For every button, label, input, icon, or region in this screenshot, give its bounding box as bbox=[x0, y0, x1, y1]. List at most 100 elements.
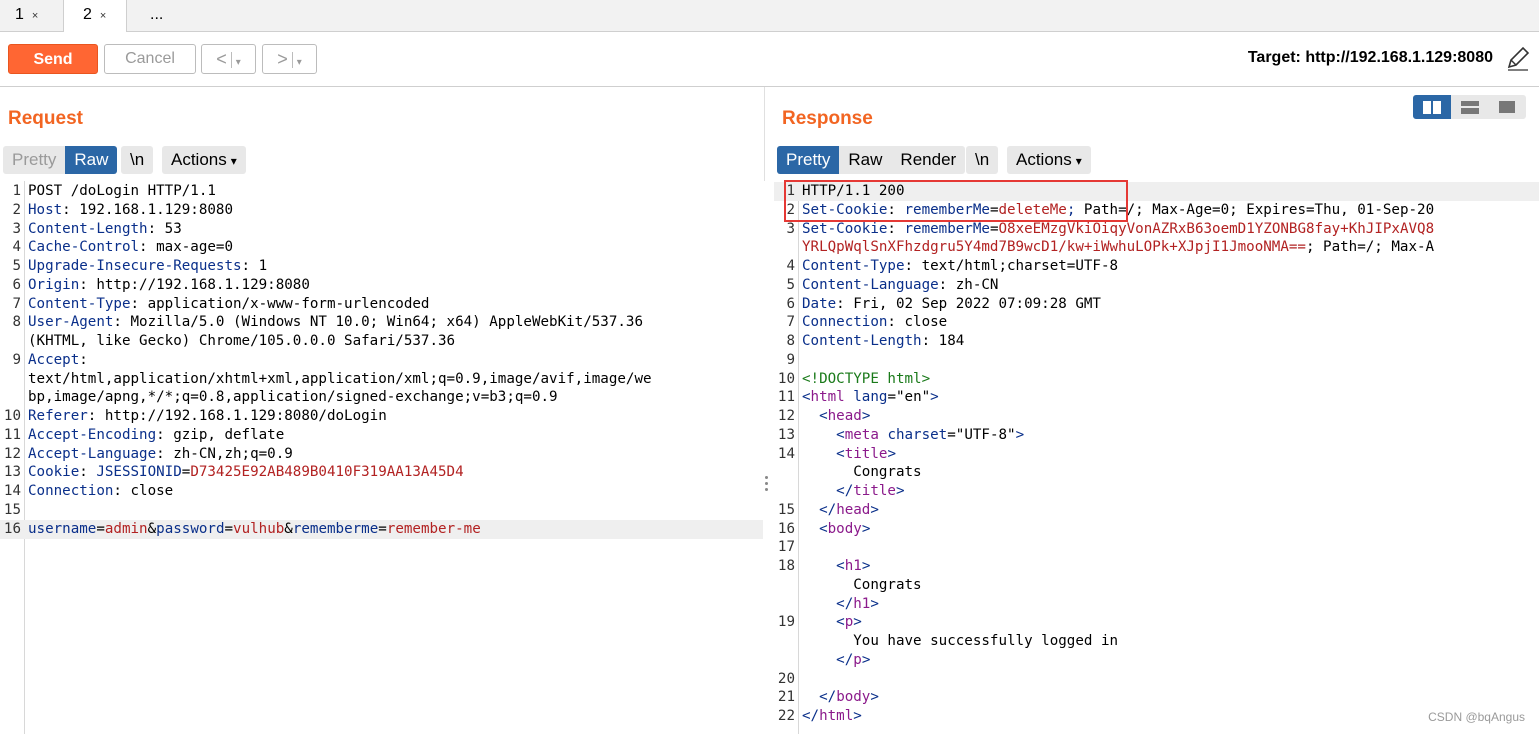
code-line[interactable]: 13 Cookie: JSESSIONID=D73425E92AB489B0410… bbox=[0, 463, 763, 482]
code-line[interactable]: 5 Upgrade-Insecure-Requests: 1 bbox=[0, 257, 763, 276]
code-line[interactable]: 10 Referer: http://192.168.1.129:8080/doL… bbox=[0, 407, 763, 426]
code-token: Content-Length bbox=[28, 220, 148, 237]
tab-render[interactable]: Render bbox=[891, 146, 966, 174]
code-token: rememberme bbox=[292, 520, 379, 537]
line-text: </h1> bbox=[802, 595, 879, 614]
code-line[interactable]: </title> bbox=[774, 482, 1539, 501]
close-icon[interactable]: × bbox=[100, 10, 106, 22]
chevron-down-icon[interactable]: ▾ bbox=[297, 57, 302, 68]
code-line[interactable]: 3 Content-Length: 53 bbox=[0, 220, 763, 239]
tab-pretty[interactable]: Pretty bbox=[777, 146, 840, 174]
code-line[interactable]: 2 Host: 192.168.1.129:8080 bbox=[0, 201, 763, 220]
line-text: You have successfully logged in bbox=[802, 632, 1118, 651]
code-line[interactable]: 22 </html> bbox=[774, 707, 1539, 726]
code-line[interactable]: 4 Cache-Control: max-age=0 bbox=[0, 238, 763, 257]
send-button[interactable]: Send bbox=[8, 44, 98, 74]
request-editor[interactable]: 1 POST /doLogin HTTP/1.1 2 Host: 192.168.1.… bbox=[0, 181, 763, 734]
line-text: <h1> bbox=[802, 557, 870, 576]
code-token: head bbox=[827, 408, 862, 424]
code-line[interactable]: 6 Date: Fri, 02 Sep 2022 07:09:28 GMT bbox=[774, 295, 1539, 314]
code-line[interactable]: 14 <title> bbox=[774, 445, 1539, 464]
code-line[interactable]: YRLQpWqlSnXFhzdgru5Y4md7B9wcD1/kw+iWwhuL… bbox=[774, 238, 1539, 257]
pencil-icon[interactable] bbox=[1505, 44, 1531, 72]
code-token: : Fri, 02 Sep 2022 07:09:28 GMT bbox=[836, 295, 1101, 312]
splitter-handle[interactable] bbox=[763, 473, 769, 494]
code-line[interactable]: 9 Accept: bbox=[0, 351, 763, 370]
code-token: vulhub bbox=[233, 520, 285, 537]
layout-split-icon[interactable] bbox=[1413, 95, 1451, 119]
code-line[interactable]: 10 <!DOCTYPE html> bbox=[774, 370, 1539, 389]
chevron-down-icon: ▾ bbox=[1075, 154, 1082, 168]
code-line[interactable]: 1 POST /doLogin HTTP/1.1 bbox=[0, 182, 763, 201]
code-line[interactable]: 11 Accept-Encoding: gzip, deflate bbox=[0, 426, 763, 445]
tab-1[interactable]: 1 × bbox=[0, 0, 62, 31]
actions-menu-button[interactable]: Actions ▾ bbox=[162, 146, 246, 174]
code-line[interactable]: 5 Content-Language: zh-CN bbox=[774, 276, 1539, 295]
code-token: admin bbox=[104, 520, 148, 537]
tab-raw[interactable]: Raw bbox=[65, 146, 118, 174]
close-icon[interactable]: × bbox=[32, 10, 38, 22]
code-line[interactable]: 17 bbox=[774, 538, 1539, 557]
layout-single-icon[interactable] bbox=[1488, 95, 1526, 119]
code-line[interactable]: Congrats bbox=[774, 576, 1539, 595]
line-text: Content-Language: zh-CN bbox=[802, 276, 998, 295]
code-line[interactable]: 6 Origin: http://192.168.1.129:8080 bbox=[0, 276, 763, 295]
code-line[interactable]: text/html,application/xhtml+xml,applicat… bbox=[0, 370, 763, 389]
tab-2[interactable]: 2 × bbox=[63, 0, 127, 32]
actions-menu-button[interactable]: Actions ▾ bbox=[1007, 146, 1091, 174]
line-text: <html lang="en"> bbox=[802, 388, 939, 407]
code-line[interactable]: 21 </body> bbox=[774, 688, 1539, 707]
back-button[interactable]: < ▾ bbox=[201, 44, 256, 74]
newline-toggle-button[interactable]: \n bbox=[121, 146, 154, 174]
code-line[interactable]: 12 <head> bbox=[774, 407, 1539, 426]
code-line[interactable]: 19 <p> bbox=[774, 613, 1539, 632]
code-token: You have successfully logged in bbox=[802, 633, 1119, 649]
code-line[interactable]: </h1> bbox=[774, 595, 1539, 614]
code-token: Host bbox=[28, 201, 63, 218]
tab-pretty[interactable]: Pretty bbox=[3, 146, 66, 174]
code-line[interactable]: 9 bbox=[774, 351, 1539, 370]
code-line[interactable]: (KHTML, like Gecko) Chrome/105.0.0.0 Saf… bbox=[0, 332, 763, 351]
cancel-button[interactable]: Cancel bbox=[104, 44, 196, 74]
code-token: Referer bbox=[28, 408, 88, 424]
code-line[interactable]: 12 Accept-Language: zh-CN,zh;q=0.9 bbox=[0, 445, 763, 464]
code-line[interactable]: 7 Content-Type: application/x-www-form-ur… bbox=[0, 295, 763, 314]
line-text: Accept-Encoding: gzip, deflate bbox=[28, 426, 284, 445]
code-line[interactable]: bp,image/apng,*/*;q=0.8,application/sign… bbox=[0, 388, 763, 407]
code-line[interactable]: 7 Connection: close bbox=[774, 313, 1539, 332]
layout-toggle[interactable] bbox=[1413, 95, 1526, 119]
code-line[interactable]: 14 Connection: close bbox=[0, 482, 763, 501]
code-line[interactable]: 15 bbox=[0, 501, 763, 520]
watermark: CSDN @bqAngus bbox=[1428, 710, 1525, 724]
code-line[interactable]: </p> bbox=[774, 651, 1539, 670]
code-line[interactable]: 3 Set-Cookie: rememberMe=O8xeEMzgVkiOiqyV… bbox=[774, 220, 1539, 239]
code-token: JSESSIONID bbox=[96, 464, 182, 481]
chevron-down-icon[interactable]: ▾ bbox=[236, 57, 241, 68]
tab-more-label: ... bbox=[150, 6, 164, 23]
code-line[interactable]: Congrats bbox=[774, 463, 1539, 482]
layout-stacked-icon[interactable] bbox=[1450, 95, 1489, 119]
line-number: 2 bbox=[12, 201, 21, 218]
code-line[interactable]: 16 username=admin&password=vulhub&remembe… bbox=[0, 519, 763, 539]
forward-button[interactable]: > ▾ bbox=[262, 44, 317, 74]
code-token: Cache-Control bbox=[28, 239, 140, 256]
code-line[interactable]: 11 <html lang="en"> bbox=[774, 388, 1539, 407]
code-line[interactable]: 18 <h1> bbox=[774, 557, 1539, 576]
response-editor[interactable]: 1 HTTP/1.1 200 2 Set-Cookie: rememberMe=del… bbox=[774, 181, 1539, 734]
code-token: D73425E92AB489B0410F319AA13A45D4 bbox=[190, 464, 464, 481]
code-line[interactable]: 13 <meta charset="UTF-8"> bbox=[774, 426, 1539, 445]
code-line[interactable]: 8 User-Agent: Mozilla/5.0 (Windows NT 10.… bbox=[0, 313, 763, 332]
code-token: </ bbox=[819, 689, 837, 706]
code-line[interactable]: You have successfully logged in bbox=[774, 632, 1539, 651]
code-line[interactable]: 15 </head> bbox=[774, 501, 1539, 520]
tab-more[interactable]: ... bbox=[150, 0, 190, 31]
tab-bar: 1 × 2 × ... bbox=[0, 0, 1539, 32]
code-line[interactable]: 4 Content-Type: text/html;charset=UTF-8 bbox=[774, 257, 1539, 276]
chevron-left-icon: < bbox=[216, 49, 227, 69]
code-line[interactable]: 16 <body> bbox=[774, 520, 1539, 539]
newline-toggle-button[interactable]: \n bbox=[966, 146, 999, 174]
code-line[interactable]: 20 bbox=[774, 670, 1539, 689]
code-line[interactable]: 8 Content-Length: 184 bbox=[774, 332, 1539, 351]
tab-raw[interactable]: Raw bbox=[839, 146, 892, 174]
